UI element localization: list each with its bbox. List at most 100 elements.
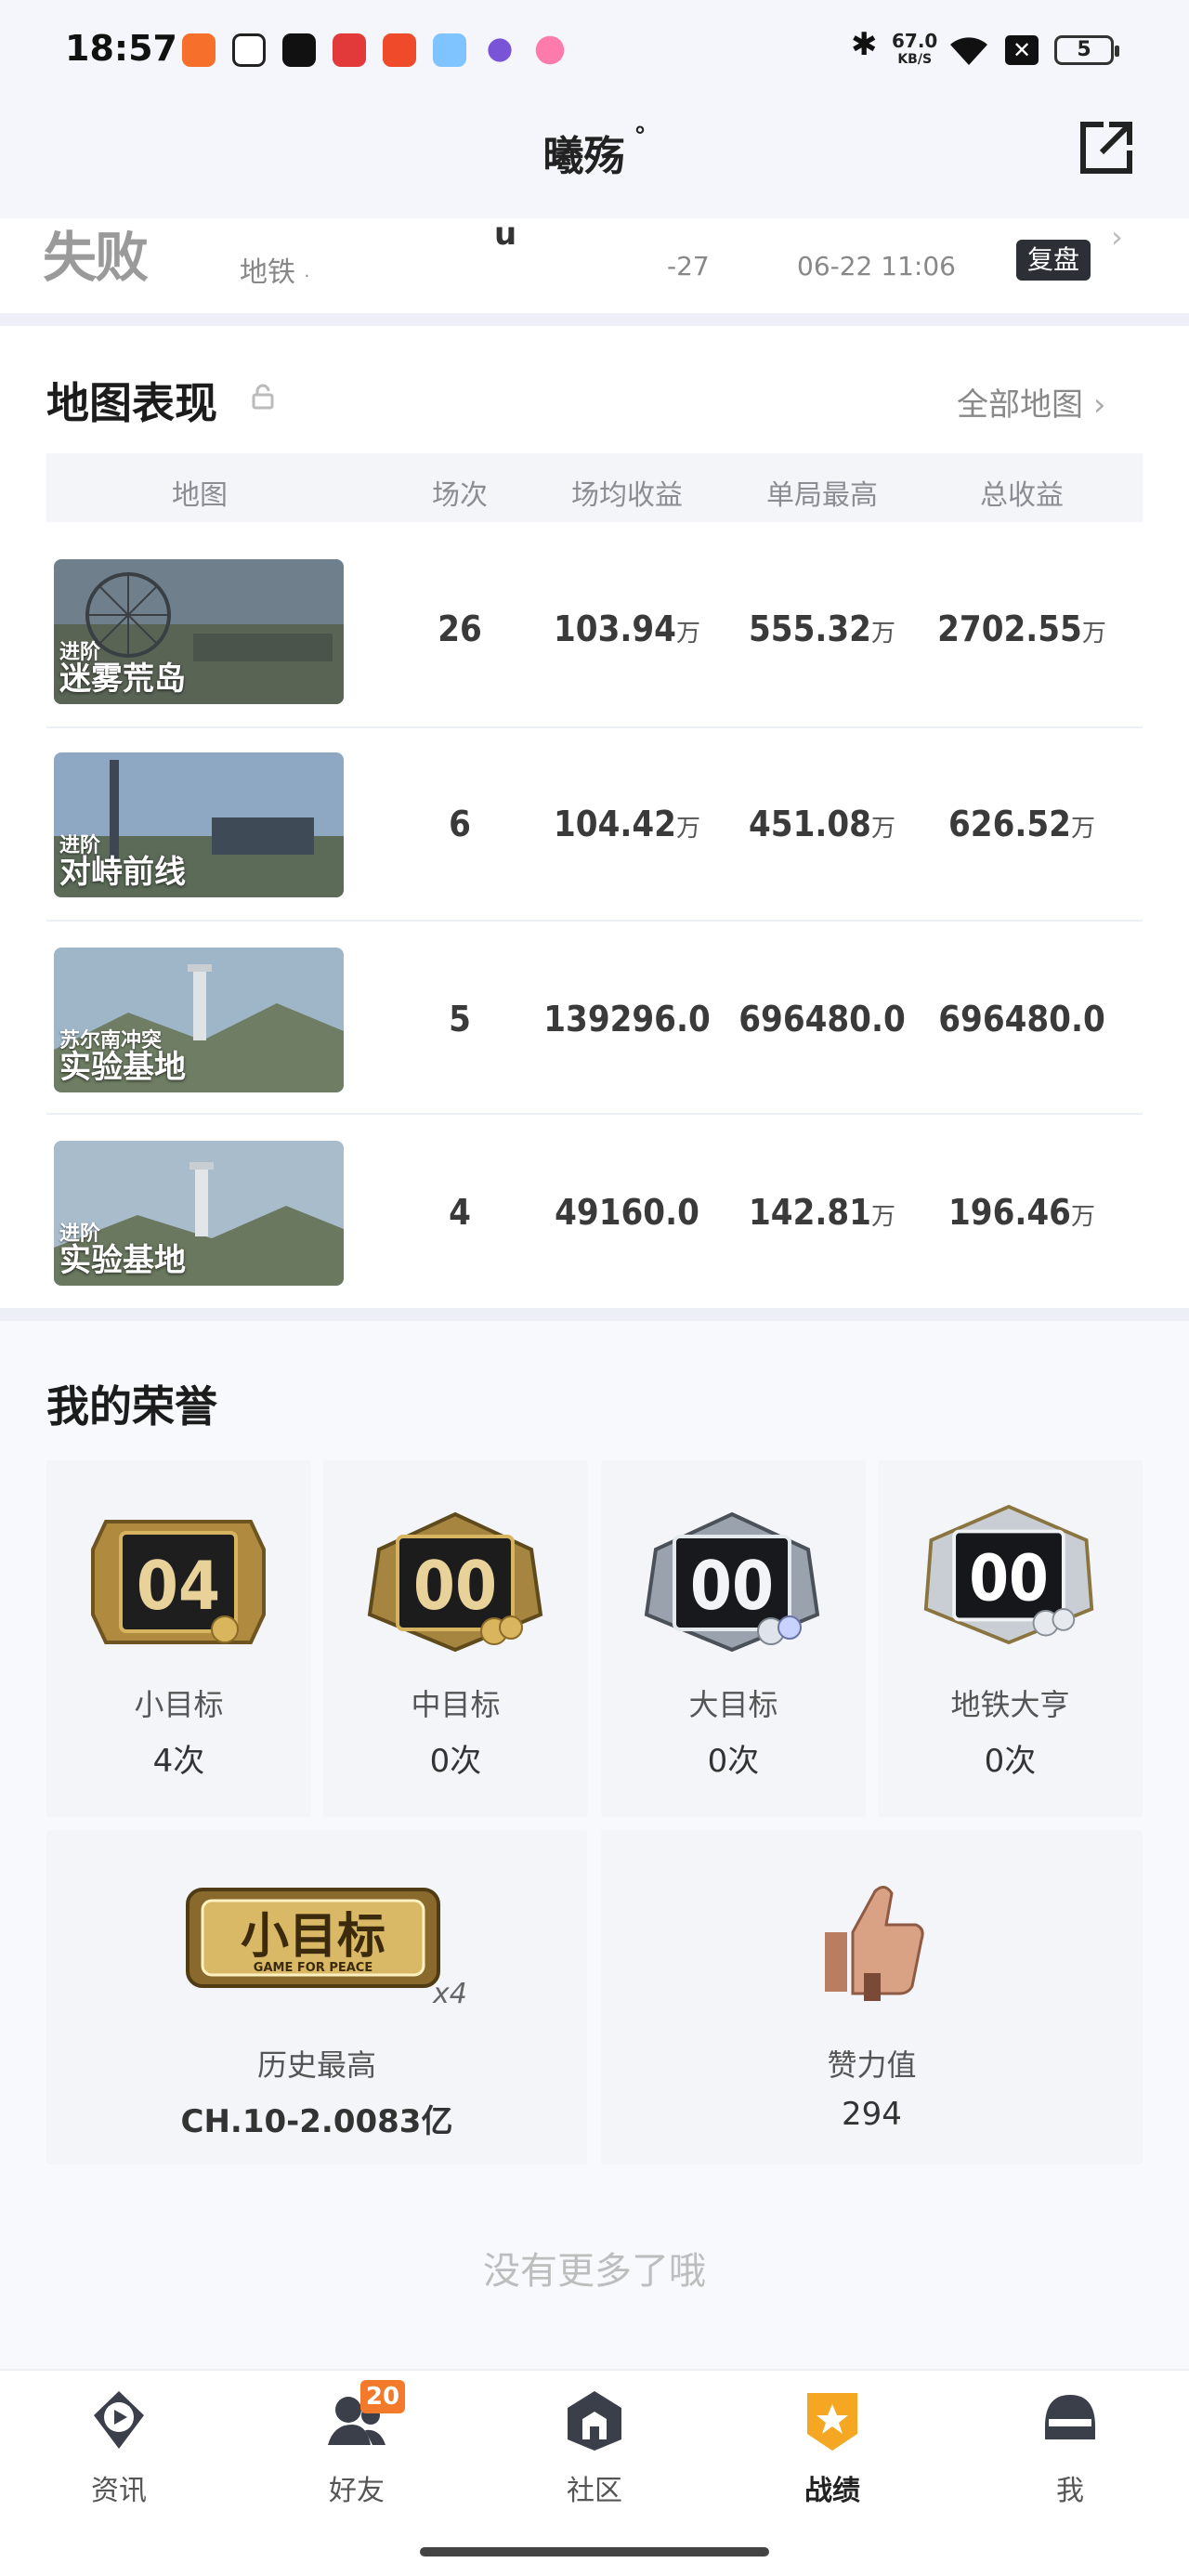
cell-total: 626.52万 [924,804,1119,844]
nav-label: 好友 [329,2475,385,2507]
replay-button[interactable]: 复盘 [1016,240,1091,281]
cell-games: 5 [449,999,471,1040]
all-maps-link[interactable]: 全部地图 › [957,379,1105,425]
map-thumbnail: 苏尔南冲突 实验基地 [54,948,344,1092]
match-date: 06-22 11:06 [797,251,956,281]
nav-community[interactable]: 社区 [520,2387,669,2508]
cell-best-value: 142.81 [749,1192,871,1233]
cell-avg: 49160.0 [529,1192,725,1233]
medium-goal-badge-icon: 00 [367,1512,543,1652]
big-goal-badge-icon: 00 [644,1512,820,1652]
net-speed: 67.0 KB/S [892,32,937,69]
column-header-avg: 场均收益 [571,479,683,512]
wechat-icon [232,33,266,67]
bluetooth-icon: ✱ [851,26,878,63]
app-notification-icon [535,35,565,65]
subway-tycoon-badge-icon: 00 [923,1505,1094,1644]
history-badge-sub: GAME FOR PEACE [254,1961,372,1975]
cell-avg: 139296.0 [529,999,725,1040]
map-thumbnail: 进阶 实验基地 [54,1141,344,1286]
goal-label: 地铁大亨 [950,1687,1070,1722]
small-goal-badge-text: 04 [137,1547,220,1625]
cell-best-unit: 万 [870,620,895,647]
cell-best: 142.81万 [725,1192,920,1233]
map-name: 对峙前线 [59,854,186,891]
cell-total-unit: 万 [1070,815,1095,843]
cell-total-value: 696480.0 [938,999,1105,1040]
share-icon[interactable] [1076,117,1137,178]
all-maps-label: 全部地图 [957,386,1083,424]
history-badge-text: 小目标 [241,1909,385,1965]
cell-total-value: 2702.55 [937,608,1082,649]
history-best-badge-icon: 小目标 GAME FOR PEACE x4 [186,1888,467,2007]
nav-label: 社区 [567,2475,622,2507]
chevron-right-icon: › [1092,386,1106,424]
map-thumbnail: 进阶 迷雾荒岛 [54,559,344,704]
news-icon [94,2391,144,2449]
goal-count: 0次 [429,1743,482,1780]
cell-best-value: 555.32 [749,608,871,649]
nav-news[interactable]: 资讯 [45,2387,193,2508]
map-name: 迷雾荒岛 [59,660,186,698]
honors-title: 我的荣誉 [46,1381,217,1432]
match-result: 失败 [43,226,149,289]
page-title: 曦殇 ° [0,123,1189,182]
map-name: 实验基地 [59,1049,186,1086]
map-thumbnail: 进阶 对峙前线 [54,752,344,897]
cell-avg-unit: 万 [675,620,700,647]
match-map: 地铁 · [240,249,309,290]
wifi-icon [950,37,987,65]
cell-total: 696480.0 [924,999,1119,1040]
section-divider [0,313,1189,326]
match-record-row[interactable] [0,218,1189,311]
history-best-label: 历史最高 [256,2047,376,2083]
nav-friends[interactable]: 好友 [282,2387,431,2508]
likes-label: 赞力值 [827,2047,917,2083]
video-app-icon [383,33,416,67]
big-goal-badge-text: 00 [690,1547,774,1625]
lock-icon [252,384,274,410]
cell-total-unit: 万 [1081,620,1106,647]
column-header-best: 单局最高 [766,479,878,512]
cell-avg: 104.42万 [529,804,725,844]
profile-icon [1045,2395,1095,2439]
map-section-title: 地图表现 [46,378,217,428]
likes-value: 294 [842,2096,902,2133]
friends-badge: 20 [360,2380,405,2413]
cell-avg-unit: 万 [675,815,700,843]
cell-avg-value: 104.42 [554,804,676,844]
home-indicator[interactable] [420,2547,769,2556]
nav-record[interactable]: 战绩 [758,2387,907,2508]
app-notification-icon [488,38,512,62]
cell-games: 4 [449,1192,471,1233]
cell-avg-value: 103.94 [554,608,676,649]
small-goal-badge-icon: 04 [91,1520,266,1644]
app-notification-icon [433,33,466,67]
history-best-value: CH.10-2.0083亿 [180,2103,453,2140]
column-header-map: 地图 [172,479,228,512]
title-mark: ° [634,123,647,150]
nav-label: 我 [1056,2475,1084,2507]
thumbs-up-icon [825,1886,924,2001]
medium-goal-badge-text: 00 [413,1547,497,1625]
match-score: -27 [667,251,710,281]
no-more-text: 没有更多了哦 [483,2250,706,2293]
nav-label: 资讯 [91,2475,147,2507]
app-notification-icon [182,33,216,67]
cell-games: 6 [449,804,471,844]
match-map-sub: · [304,267,310,286]
subway-tycoon-badge-text: 00 [969,1543,1049,1616]
goal-label: 大目标 [688,1687,778,1722]
cell-total: 196.46万 [924,1192,1119,1233]
record-icon [807,2393,857,2451]
nav-profile[interactable]: 我 [996,2387,1144,2508]
player-name: 曦殇 [542,133,625,180]
cell-best: 696480.0 [725,999,920,1040]
cell-games: 26 [438,608,482,649]
goal-label: 小目标 [134,1687,224,1722]
community-icon [568,2391,621,2451]
match-map-label: 地铁 [240,256,295,289]
cell-best-unit: 万 [870,815,895,843]
map-name: 实验基地 [59,1242,186,1279]
goal-label: 中目标 [411,1687,501,1722]
